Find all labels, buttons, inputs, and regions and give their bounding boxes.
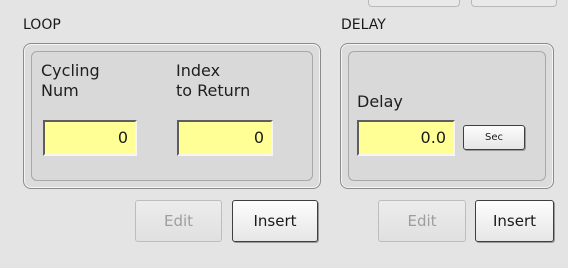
cycling-num-label-line2: Num <box>41 81 79 100</box>
loop-section-title: LOOP <box>23 17 61 33</box>
cycling-num-label-line1: Cycling <box>41 61 100 80</box>
index-to-return-field[interactable]: 0 <box>177 120 273 156</box>
loop-panel-inner: Cycling Num 0 Index to Return 0 <box>31 51 313 181</box>
delay-panel: Delay 0.0 Sec <box>340 43 554 189</box>
index-to-return-label-line1: Index <box>176 61 221 80</box>
index-to-return-label-line2: to Return <box>176 81 251 100</box>
delay-edit-button[interactable]: Edit <box>378 200 466 242</box>
delay-insert-button[interactable]: Insert <box>475 200 554 242</box>
delay-section-title: DELAY <box>341 17 386 33</box>
top-control-edge-left <box>368 0 460 7</box>
delay-field-label: Delay <box>357 92 403 111</box>
cycling-num-field[interactable]: 0 <box>43 120 137 156</box>
loop-edit-button[interactable]: Edit <box>135 200 222 242</box>
delay-panel-inner: Delay 0.0 Sec <box>348 51 546 181</box>
loop-panel: Cycling Num 0 Index to Return 0 <box>23 43 321 189</box>
delay-value-field[interactable]: 0.0 <box>357 120 455 156</box>
delay-unit-sec-button[interactable]: Sec <box>463 125 525 150</box>
loop-insert-button[interactable]: Insert <box>232 200 318 242</box>
top-control-edge-right <box>471 0 557 7</box>
